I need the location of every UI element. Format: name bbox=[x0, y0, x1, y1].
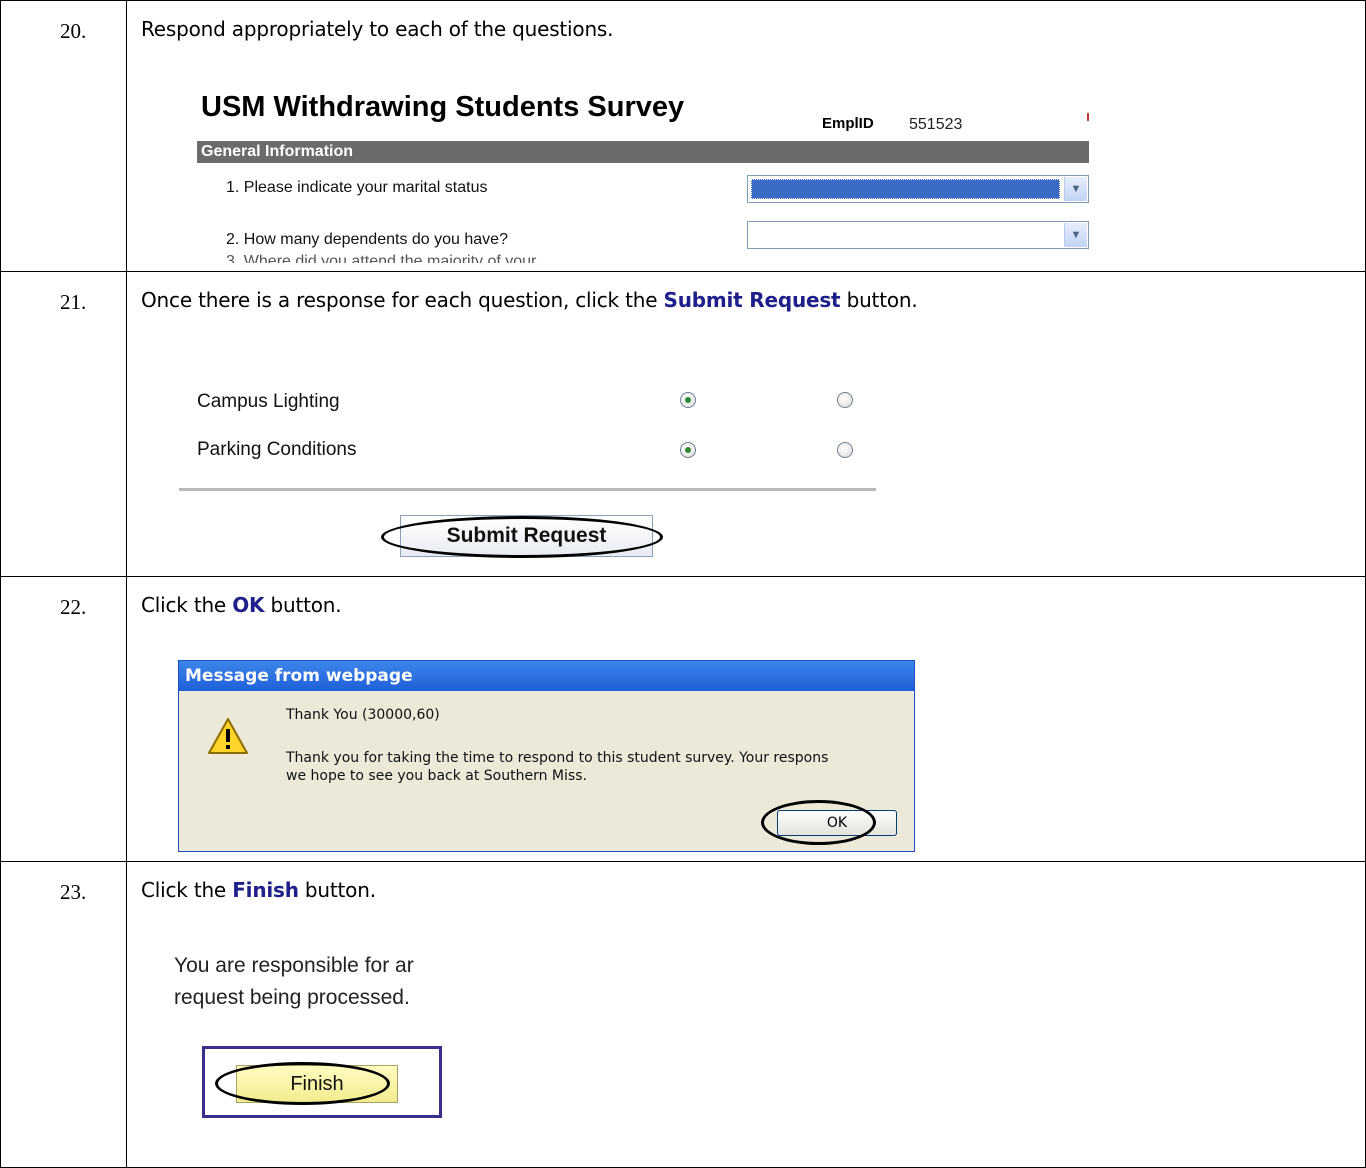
dialog-message-line2: we hope to see you back at Southern Miss… bbox=[286, 768, 587, 784]
dependents-select[interactable]: ▼ bbox=[747, 221, 1089, 249]
chevron-down-icon[interactable]: ▼ bbox=[1064, 223, 1087, 247]
instruction-table: 20. Respond appropriately to each of the… bbox=[0, 0, 1366, 1168]
question-3: 3. Where did you attend the majority of … bbox=[226, 253, 537, 263]
step-number-cell: 23. bbox=[1, 862, 127, 1167]
highlight-oval bbox=[215, 1062, 390, 1105]
option-parking-conditions: Parking Conditions bbox=[197, 439, 357, 460]
dialog-heading: Thank You (30000,60) bbox=[286, 707, 440, 723]
step-instruction: Click the Finish button. bbox=[141, 878, 376, 902]
highlight-oval bbox=[761, 800, 876, 845]
notice-line1: You are responsible for ar bbox=[174, 954, 414, 977]
survey-screenshot: USM Withdrawing Students Survey EmplID 5… bbox=[172, 83, 1089, 263]
step-instruction: Once there is a response for each questi… bbox=[141, 288, 918, 312]
radio-parking-no[interactable] bbox=[837, 442, 853, 458]
instruction-highlight: Submit Request bbox=[663, 288, 841, 312]
dialog-title: Message from webpage bbox=[179, 661, 914, 691]
instruction-text: button. bbox=[298, 878, 376, 902]
dialog-message-line1: Thank you for taking the time to respond… bbox=[286, 750, 829, 766]
step-number-cell: 21. bbox=[1, 272, 127, 576]
instruction-text: Once there is a response for each questi… bbox=[141, 288, 664, 312]
step-number-cell: 22. bbox=[1, 577, 127, 861]
step-row-20: 20. Respond appropriately to each of the… bbox=[0, 0, 1366, 272]
step-instruction: Respond appropriately to each of the que… bbox=[141, 17, 614, 41]
step-number: 23. bbox=[60, 880, 87, 904]
radio-parking-yes[interactable] bbox=[680, 442, 696, 458]
question-1: 1. Please indicate your marital status bbox=[226, 179, 488, 196]
radio-campus-lighting-yes[interactable] bbox=[680, 392, 696, 408]
instruction-highlight: OK bbox=[232, 593, 265, 617]
section-header: General Information bbox=[197, 141, 1089, 163]
option-campus-lighting: Campus Lighting bbox=[197, 391, 340, 412]
notice-line2: request being processed. bbox=[174, 986, 410, 1009]
step-row-23: 23. Click the Finish button. You are res… bbox=[0, 862, 1366, 1168]
step-number: 20. bbox=[60, 19, 87, 43]
step-number: 21. bbox=[60, 290, 87, 314]
instruction-text: Click the bbox=[141, 593, 233, 617]
step-row-21: 21. Once there is a response for each qu… bbox=[0, 272, 1366, 577]
edge-mark bbox=[1087, 113, 1089, 121]
emplid-label: EmplID bbox=[822, 115, 874, 132]
instruction-text: button. bbox=[840, 288, 918, 312]
survey-title: USM Withdrawing Students Survey bbox=[201, 91, 685, 123]
divider bbox=[179, 488, 876, 491]
step-number-cell: 20. bbox=[1, 1, 127, 271]
instruction-text: button. bbox=[264, 593, 342, 617]
emplid-value: 551523 bbox=[909, 116, 963, 133]
warning-icon bbox=[208, 718, 248, 754]
step-instruction: Click the OK button. bbox=[141, 593, 342, 617]
instruction-highlight: Finish bbox=[232, 878, 299, 902]
question-2: 2. How many dependents do you have? bbox=[226, 231, 508, 248]
radio-campus-lighting-no[interactable] bbox=[837, 392, 853, 408]
step-row-22: 22. Click the OK button. Message from we… bbox=[0, 577, 1366, 862]
step-number: 22. bbox=[60, 595, 87, 619]
select-highlight bbox=[751, 179, 1060, 199]
chevron-down-icon[interactable]: ▼ bbox=[1064, 177, 1087, 201]
highlight-oval bbox=[381, 516, 663, 558]
instruction-text: Click the bbox=[141, 878, 233, 902]
marital-status-select[interactable]: ▼ bbox=[747, 175, 1089, 203]
